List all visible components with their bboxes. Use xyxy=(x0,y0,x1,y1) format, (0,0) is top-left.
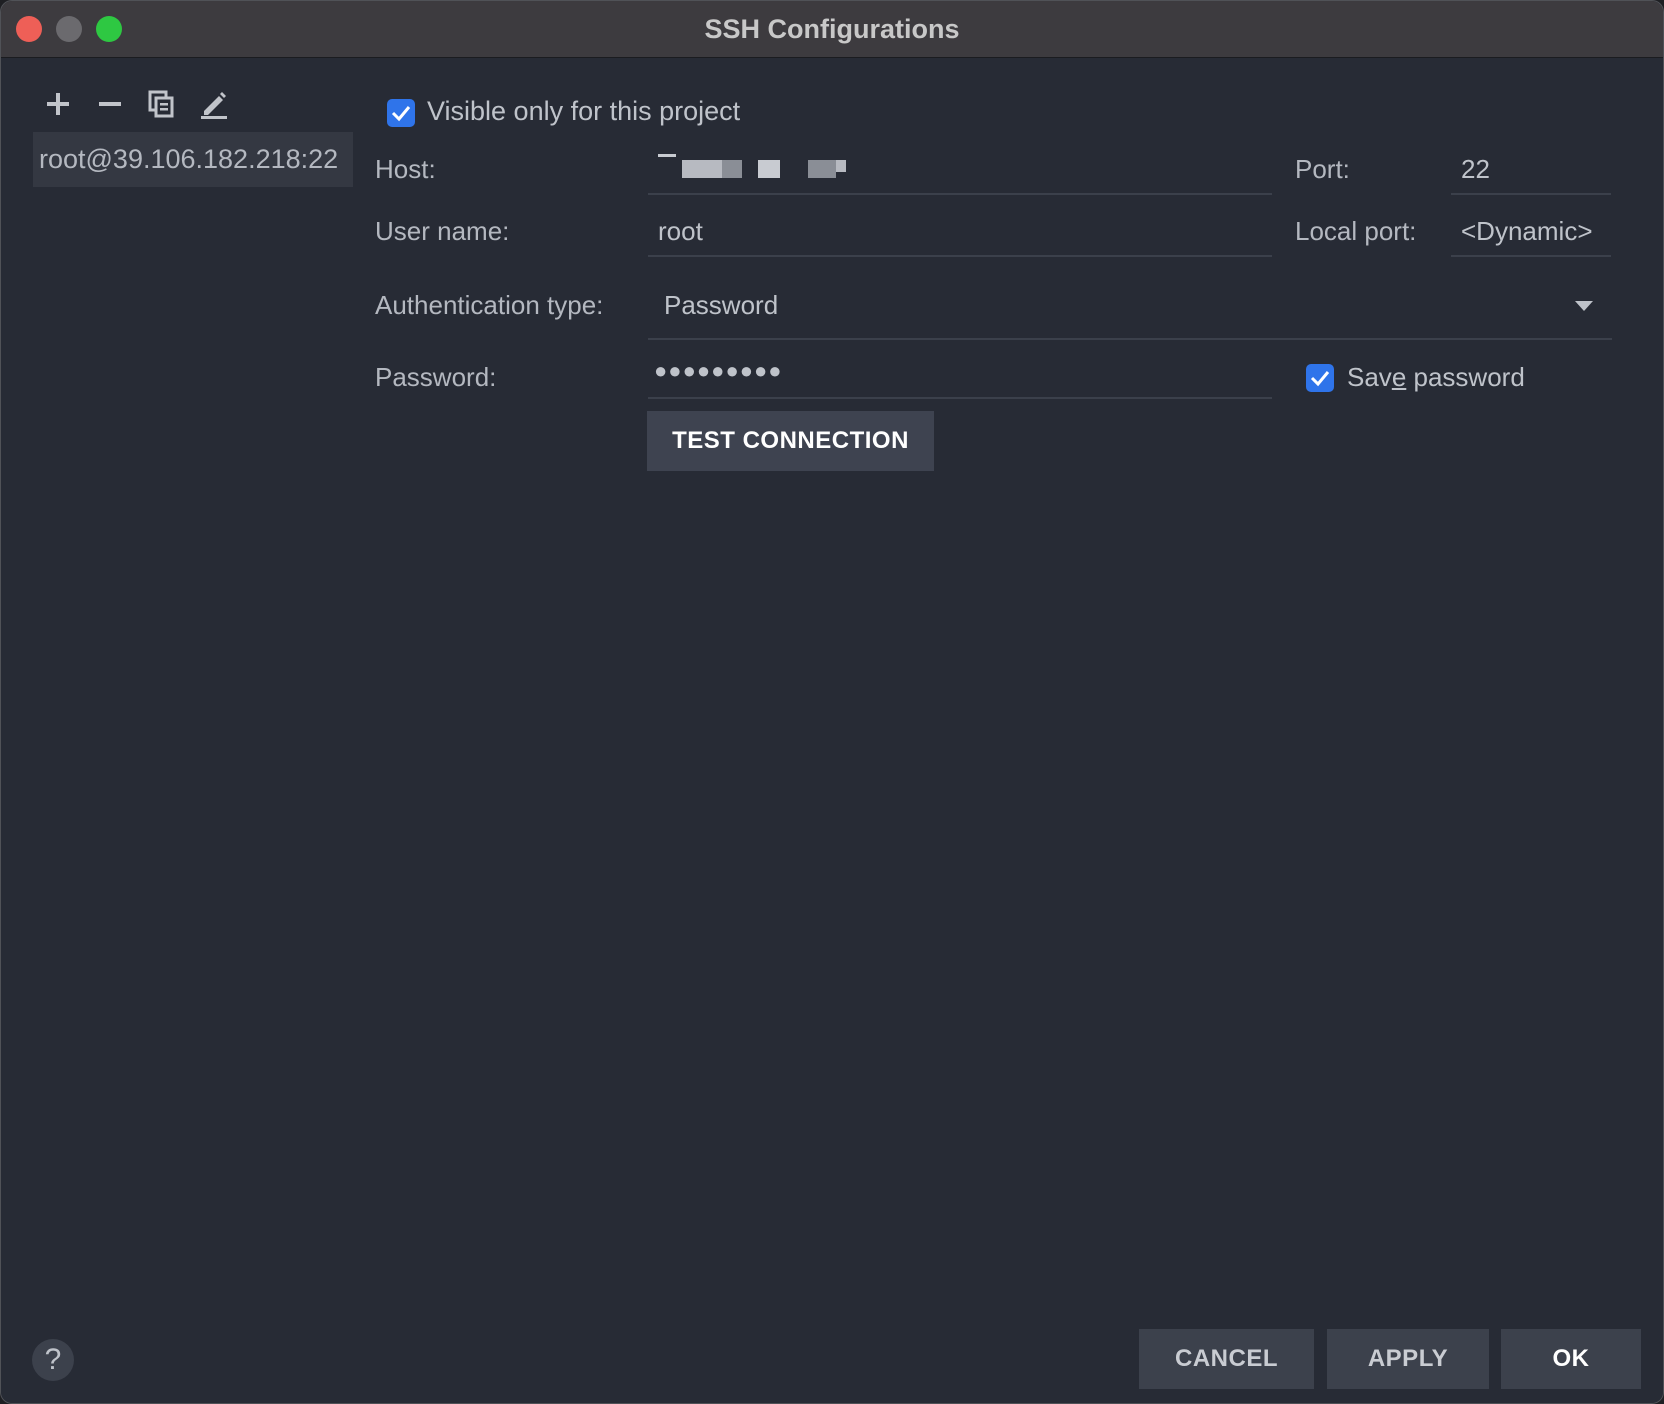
copy-icon xyxy=(148,90,174,118)
auth-type-label: Authentication type: xyxy=(375,290,604,320)
checkmark-icon xyxy=(391,106,411,122)
auth-type-select[interactable]: Password xyxy=(648,276,1612,340)
edit-button[interactable] xyxy=(196,86,232,122)
ok-button[interactable]: OK xyxy=(1501,1329,1641,1389)
port-input[interactable]: 22 xyxy=(1451,146,1611,195)
cancel-button[interactable]: CANCEL xyxy=(1139,1329,1314,1389)
password-label: Password: xyxy=(375,362,497,392)
local-port-label: Local port: xyxy=(1295,216,1417,246)
visible-only-checkbox[interactable] xyxy=(387,99,415,127)
minus-icon xyxy=(99,102,121,106)
title-bar: SSH Configurations xyxy=(1,1,1663,58)
plus-icon xyxy=(47,93,69,115)
ssh-configurations-dialog: SSH Configurations root@39.106.182.218:2… xyxy=(0,0,1664,1404)
auth-type-value: Password xyxy=(664,290,779,320)
add-button[interactable] xyxy=(40,86,76,122)
remove-button[interactable] xyxy=(92,86,128,122)
save-password-text-start: Sav xyxy=(1347,362,1392,392)
chevron-down-icon xyxy=(1575,301,1593,311)
checkmark-icon xyxy=(1310,371,1330,387)
save-password-label: Save password xyxy=(1347,362,1525,393)
save-password-checkbox[interactable] xyxy=(1306,364,1334,392)
copy-button[interactable] xyxy=(144,86,180,122)
save-password-mnemonic: e xyxy=(1391,362,1407,392)
port-label: Port: xyxy=(1295,154,1350,184)
help-button[interactable]: ? xyxy=(32,1339,74,1381)
local-port-input[interactable]: <Dynamic> xyxy=(1451,208,1611,257)
username-label: User name: xyxy=(375,216,510,246)
password-input[interactable]: ●●●●●●●●● xyxy=(648,351,1272,399)
apply-button[interactable]: APPLY xyxy=(1327,1329,1489,1389)
host-input[interactable] xyxy=(648,146,1272,195)
edit-icon xyxy=(201,92,227,119)
username-input[interactable]: root xyxy=(648,208,1272,257)
dialog-content: root@39.106.182.218:22 Visible only for … xyxy=(1,58,1663,1403)
window-title: SSH Configurations xyxy=(704,14,960,44)
host-label: Host: xyxy=(375,154,436,184)
save-password-text-end: password xyxy=(1406,362,1525,392)
test-connection-button[interactable]: TEST CONNECTION xyxy=(647,411,934,471)
visible-only-label: Visible only for this project xyxy=(427,96,741,126)
sidebar-item-ssh-config[interactable]: root@39.106.182.218:22 xyxy=(33,132,353,187)
